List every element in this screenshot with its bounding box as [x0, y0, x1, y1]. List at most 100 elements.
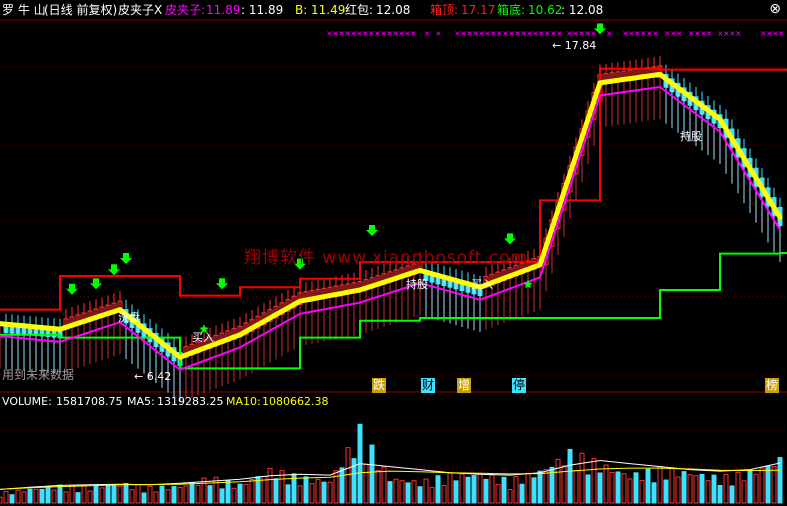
b-label: B: — [295, 3, 308, 17]
volume-bar — [435, 475, 441, 504]
top-marker-row: × × × × × × × × × × × × × × × × × × × × × × × × × × × × × × × × × × × × × × × ×… — [326, 29, 785, 38]
volume-bar — [39, 488, 45, 504]
volume-bar — [51, 489, 57, 504]
volume-bar — [723, 474, 729, 504]
volume-label: VOLUME: — [2, 395, 52, 408]
volume-bar — [777, 457, 783, 504]
volume-bar — [663, 479, 669, 504]
pjz-ribbon — [0, 74, 781, 402]
volume-bar — [153, 491, 159, 504]
volume-bar — [639, 479, 645, 504]
marker-x: × — [652, 29, 659, 38]
volume-bar — [369, 444, 375, 504]
b-value: 11.49 — [311, 3, 346, 17]
volume-bar — [543, 469, 549, 504]
volume-bar — [441, 484, 447, 504]
box-bottom-value: 10.62 — [528, 3, 563, 17]
hold-label-1: 洗盘 — [118, 310, 140, 324]
volume-bar — [249, 479, 255, 504]
volume-bar — [21, 491, 27, 504]
buy-label-1: 买入 — [192, 331, 214, 344]
volume-bar — [405, 482, 411, 504]
low-price-label: ← 6.42 — [134, 370, 171, 383]
volume-bar — [585, 474, 591, 504]
down-arrow-icon — [66, 283, 78, 295]
signal-badge-2: 财 — [421, 378, 436, 393]
pjz-value: 11.89 — [206, 3, 241, 17]
pjz-label: 皮夹子: — [165, 3, 206, 17]
volume-bar — [117, 485, 123, 504]
volume-bar — [15, 489, 21, 504]
future-data-note: 用到未来数据 — [2, 368, 75, 382]
volume-bar — [9, 494, 15, 504]
volume-bar — [135, 484, 141, 504]
ma10-value: 1080662.38 — [262, 395, 329, 408]
volume-bar — [489, 474, 495, 504]
volume-bar — [627, 478, 633, 504]
volume-bar — [69, 484, 75, 504]
volume-bar — [381, 466, 387, 504]
volume-bar — [159, 485, 165, 504]
volume-bar — [237, 483, 243, 504]
volume-bar — [471, 475, 477, 504]
volume-bar — [393, 478, 399, 504]
signal-badge-4: 停 — [512, 378, 527, 393]
volume-bar — [675, 476, 681, 504]
watermark: 翔博软件 www.xiangbosoft.com — [244, 248, 529, 268]
volume-bar — [495, 484, 501, 504]
volume-bar — [615, 471, 621, 504]
volume-bar — [0, 496, 3, 504]
volume-bar — [765, 465, 771, 504]
volume-bar — [531, 477, 537, 504]
marker-x: × — [435, 29, 442, 38]
candlestick-series — [3, 56, 783, 376]
volume-bar — [699, 473, 705, 504]
volume-bar — [345, 447, 351, 504]
volume-bar — [501, 476, 507, 504]
volume-bar — [591, 458, 597, 504]
volume-grid — [0, 429, 787, 469]
volume-bar — [753, 473, 759, 504]
box-bottom-label: 箱底: — [497, 3, 526, 17]
down-arrow-icon — [366, 225, 378, 236]
volume-bar — [687, 474, 693, 504]
volume-bar — [669, 468, 675, 504]
volume-bar — [315, 478, 321, 504]
volume-bar — [573, 469, 579, 504]
volume-bar — [423, 478, 429, 504]
volume-bar — [657, 466, 663, 504]
ma5-value: 1319283.25 — [157, 395, 224, 408]
volume-bar — [411, 480, 417, 504]
volume-bar — [111, 484, 117, 504]
buy-label-2: 买入 — [471, 278, 493, 291]
volume-bar — [477, 473, 483, 504]
volume-bar — [555, 458, 561, 504]
hongbao-label: 红包: — [345, 3, 374, 17]
volume-bar — [519, 483, 525, 504]
volume-bar — [273, 478, 279, 504]
indicator-name[interactable]: 皮夹子X — [118, 0, 162, 20]
hold-label-2: 持股 — [406, 277, 428, 291]
volume-bar — [537, 470, 543, 504]
volume-bar — [81, 485, 87, 504]
volume-value: 1581708.75 — [56, 395, 123, 408]
hongbao-value: 12.08 — [376, 3, 411, 17]
volume-bar — [231, 487, 237, 504]
volume-bar — [729, 485, 735, 504]
volume-bars — [0, 423, 783, 504]
volume-bar — [303, 476, 309, 504]
volume-bar — [597, 472, 603, 504]
volume-bar — [717, 485, 723, 504]
close-icon[interactable]: ⊗ — [769, 1, 781, 17]
volume-bar — [681, 471, 687, 504]
volume-bar — [99, 487, 105, 504]
volume-bar — [363, 463, 369, 504]
volume-bar — [483, 478, 489, 504]
volume-bar — [567, 448, 573, 504]
marker-x: × — [706, 29, 713, 38]
volume-bar — [57, 484, 63, 504]
volume-bar — [579, 452, 585, 504]
volume-bar — [525, 472, 531, 504]
volume-bar — [339, 467, 345, 504]
volume-bar — [243, 484, 249, 504]
